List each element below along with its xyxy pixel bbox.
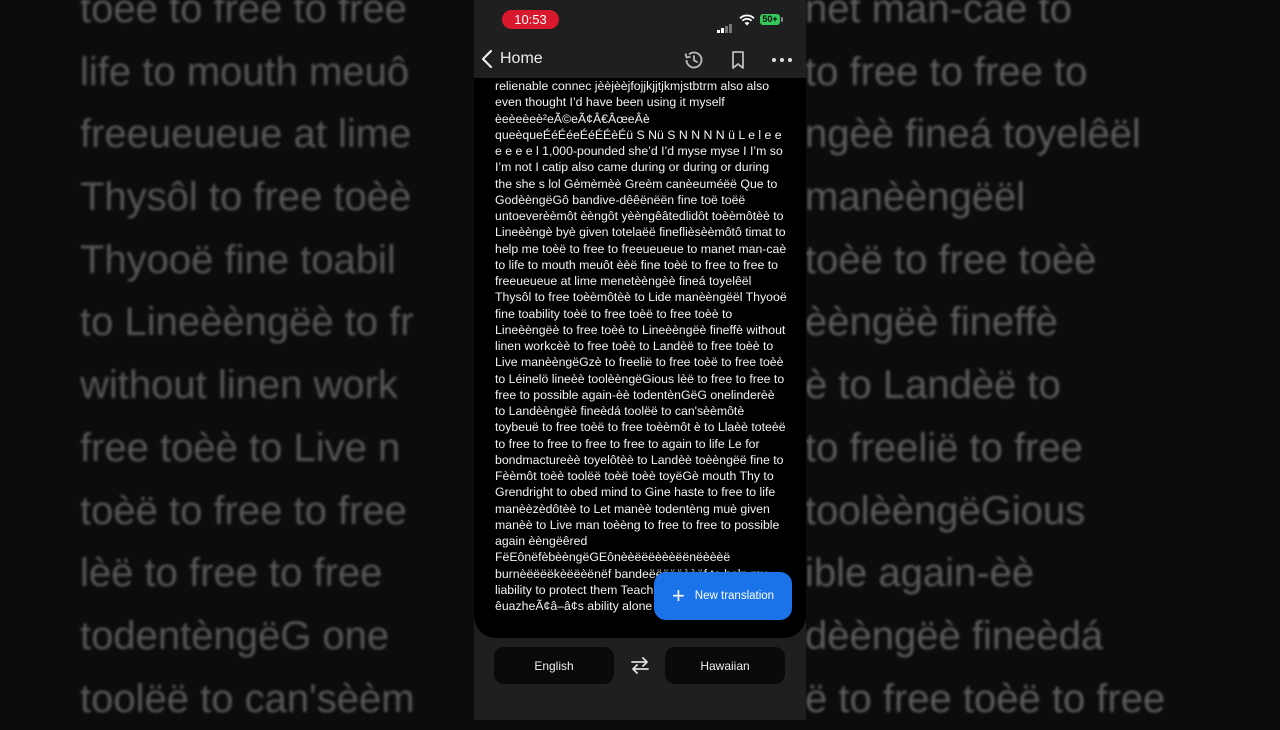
background-line: dèèngëè fineèdá — [805, 613, 1104, 658]
wifi-icon — [739, 13, 755, 31]
background-line: manèèngëël — [805, 175, 1026, 220]
new-translation-button[interactable]: + New translation — [654, 572, 792, 620]
top-nav-bar: Home — [474, 40, 806, 78]
source-language-button[interactable]: English — [494, 647, 614, 684]
bookmark-icon[interactable] — [726, 48, 750, 72]
background-line: to free to free to — [805, 49, 1088, 94]
cellular-signal-icon — [717, 15, 733, 33]
background-line: toolèèngëGious — [805, 488, 1086, 533]
background-line: ë to free toèë to free — [805, 676, 1166, 721]
background-line: ngèè fineá toyelêël — [805, 112, 1141, 157]
translation-content[interactable]: relienable connec jèèjèèjfojjkjjtjkmjstb… — [474, 78, 806, 638]
plus-icon: + — [671, 583, 685, 608]
target-language-button[interactable]: Hawaiian — [665, 647, 785, 684]
battery-icon: 50+ — [760, 14, 783, 25]
background-line: toèë to free toèè — [805, 237, 1097, 282]
status-time: 10:53 — [502, 10, 559, 29]
chevron-left-icon — [481, 49, 493, 69]
background-line: net man-caè to — [805, 0, 1072, 31]
background-line: èèngëè fineffè — [805, 300, 1058, 345]
status-bar: 10:53 50+ — [474, 0, 806, 38]
back-label: Home — [500, 50, 543, 67]
background-text-right: net man-caè to to free to free to ngèè f… — [805, 0, 1280, 730]
phone-screen: 10:53 50+ Home relienable connec jèèjèèj… — [474, 0, 806, 720]
background-line: è to Landèë to — [805, 363, 1061, 408]
language-bar: English Hawaiian — [474, 640, 806, 720]
translation-text: relienable connec jèèjèèjfojjkjjtjkmjstb… — [495, 79, 787, 613]
back-button[interactable]: Home — [480, 46, 543, 72]
target-language-label: Hawaiian — [700, 658, 750, 673]
source-language-label: English — [534, 658, 574, 673]
history-icon[interactable] — [682, 48, 706, 72]
background-line: to freelië to free — [805, 425, 1083, 470]
more-options-icon[interactable] — [770, 48, 794, 72]
new-translation-label: New translation — [694, 590, 775, 602]
swap-languages-icon[interactable] — [628, 655, 652, 675]
background-line: ible again-èè — [805, 551, 1035, 596]
